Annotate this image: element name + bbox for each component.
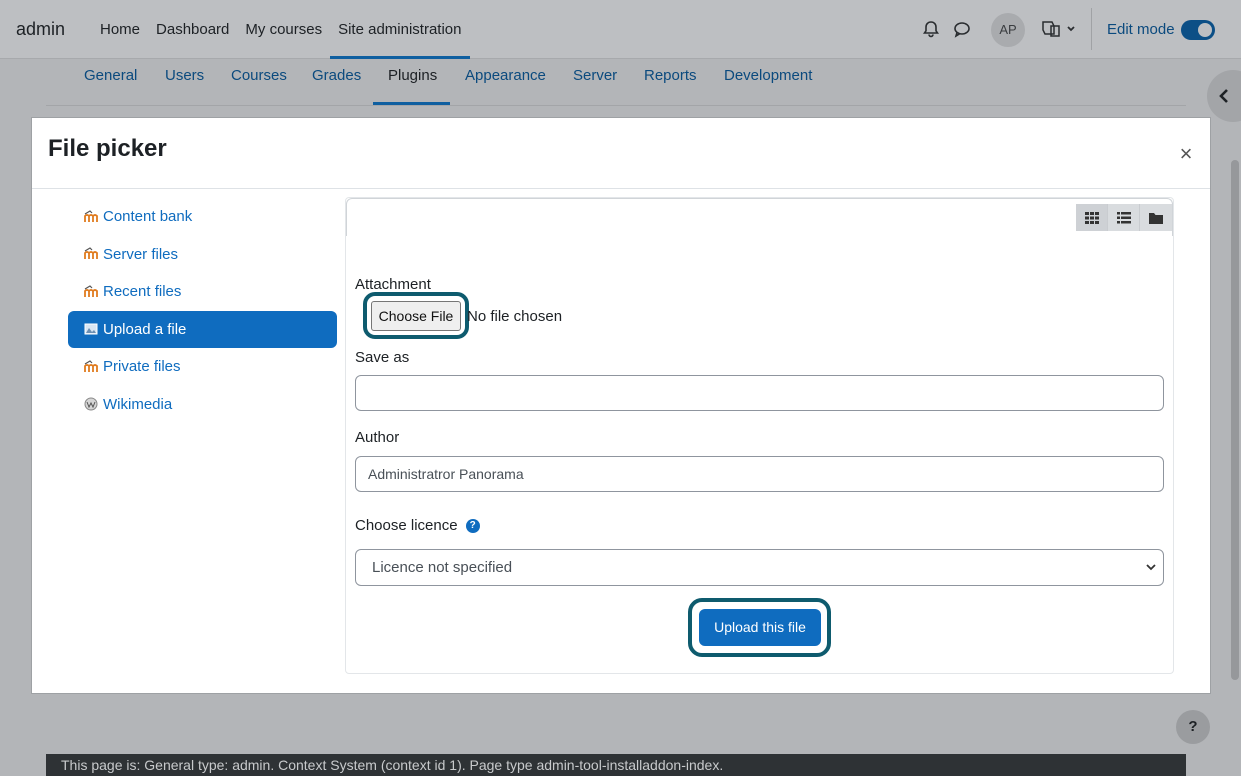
repo-content-bank[interactable]: Content bank xyxy=(68,198,337,236)
choose-file-button[interactable]: Choose File xyxy=(371,301,461,331)
repo-upload-a-file[interactable]: Upload a file xyxy=(68,310,337,348)
active-tab-indicator xyxy=(373,102,450,105)
repo-label: Wikimedia xyxy=(103,395,173,413)
file-picker-dialog: File picker × Content bank Server files … xyxy=(31,117,1211,694)
folder-view-button[interactable] xyxy=(1140,204,1172,231)
repo-private-files[interactable]: Private files xyxy=(68,348,337,386)
moodle-icon xyxy=(84,284,98,297)
modal-title: File picker xyxy=(48,135,167,162)
subnav-plugins[interactable]: Plugins xyxy=(388,67,437,84)
repo-label: Content bank xyxy=(103,208,193,226)
choose-licence-label: Choose licence ? xyxy=(355,517,480,534)
edit-mode-toggle[interactable] xyxy=(1181,20,1215,40)
subnav-grades[interactable]: Grades xyxy=(312,67,361,84)
folder-view-icon xyxy=(1149,212,1163,224)
grid-view-button[interactable] xyxy=(1076,204,1108,231)
user-avatar[interactable]: AP xyxy=(991,13,1025,47)
save-as-input[interactable] xyxy=(355,375,1164,411)
nav-home[interactable]: Home xyxy=(100,0,148,59)
repo-label: Upload a file xyxy=(103,320,187,338)
help-button[interactable]: ? xyxy=(1176,710,1210,744)
moodle-icon xyxy=(84,209,98,222)
subnav-courses[interactable]: Courses xyxy=(231,67,287,84)
repo-server-files[interactable]: Server files xyxy=(68,236,337,274)
help-icon[interactable]: ? xyxy=(465,519,480,534)
list-view-icon xyxy=(1116,211,1131,223)
upload-this-file-button[interactable]: Upload this file xyxy=(699,609,821,646)
licence-select[interactable]: Licence not specified xyxy=(355,549,1164,586)
secondary-navigation: General Users Courses Grades Plugins App… xyxy=(46,59,1186,106)
moodle-icon xyxy=(84,359,98,372)
subnav-server[interactable]: Server xyxy=(573,67,617,84)
repo-label: Recent files xyxy=(103,283,182,301)
wikimedia-icon xyxy=(84,397,98,411)
licence-selected-value: Licence not specified xyxy=(372,559,513,576)
subnav-users[interactable]: Users xyxy=(165,67,204,84)
subnav-general[interactable]: General xyxy=(84,67,137,84)
top-navbar: admin Home Dashboard My courses Site adm… xyxy=(0,0,1241,59)
repository-list: Content bank Server files Recent files U… xyxy=(68,198,337,423)
grid-view-icon xyxy=(1084,211,1099,224)
upload-icon xyxy=(84,323,98,335)
site-brand[interactable]: admin xyxy=(16,19,65,40)
drawer-toggle-button[interactable] xyxy=(1207,70,1241,122)
nav-dashboard[interactable]: Dashboard xyxy=(148,0,237,59)
save-as-label: Save as xyxy=(355,349,410,366)
view-toolbar xyxy=(346,198,1173,236)
author-label: Author xyxy=(355,429,400,446)
repo-label: Server files xyxy=(103,245,179,263)
chevron-left-icon xyxy=(1219,89,1228,103)
repo-wikimedia[interactable]: Wikimedia xyxy=(68,386,337,424)
moodle-icon xyxy=(84,247,98,260)
licence-label-text: Choose licence xyxy=(355,517,458,534)
repo-recent-files[interactable]: Recent files xyxy=(68,273,337,311)
modal-header: File picker × xyxy=(32,118,1210,189)
edit-mode-label: Edit mode xyxy=(1107,21,1175,38)
subnav-appearance[interactable]: Appearance xyxy=(465,67,546,84)
list-view-button[interactable] xyxy=(1108,204,1140,231)
message-icon[interactable] xyxy=(952,19,972,39)
primary-navigation: Home Dashboard My courses Site administr… xyxy=(100,0,470,59)
page-info-footer: This page is: General type: admin. Conte… xyxy=(46,754,1186,776)
page-scrollbar[interactable] xyxy=(1231,160,1239,680)
nav-my-courses[interactable]: My courses xyxy=(237,0,330,59)
subnav-reports[interactable]: Reports xyxy=(644,67,697,84)
subnav-development[interactable]: Development xyxy=(724,67,812,84)
nav-site-administration[interactable]: Site administration xyxy=(330,0,470,59)
close-icon[interactable]: × xyxy=(1176,143,1196,165)
view-mode-group xyxy=(1076,204,1172,231)
repo-label: Private files xyxy=(103,358,181,376)
chevron-down-icon xyxy=(1146,564,1156,571)
navbar-divider xyxy=(1091,8,1092,50)
no-file-chosen-text: No file chosen xyxy=(467,308,563,325)
bell-icon[interactable] xyxy=(921,19,941,39)
language-icon[interactable] xyxy=(1040,18,1076,40)
page-info-text: This page is: General type: admin. Conte… xyxy=(61,757,724,773)
author-input[interactable]: Administratror Panorama xyxy=(355,456,1164,492)
attachment-label: Attachment xyxy=(355,276,431,293)
